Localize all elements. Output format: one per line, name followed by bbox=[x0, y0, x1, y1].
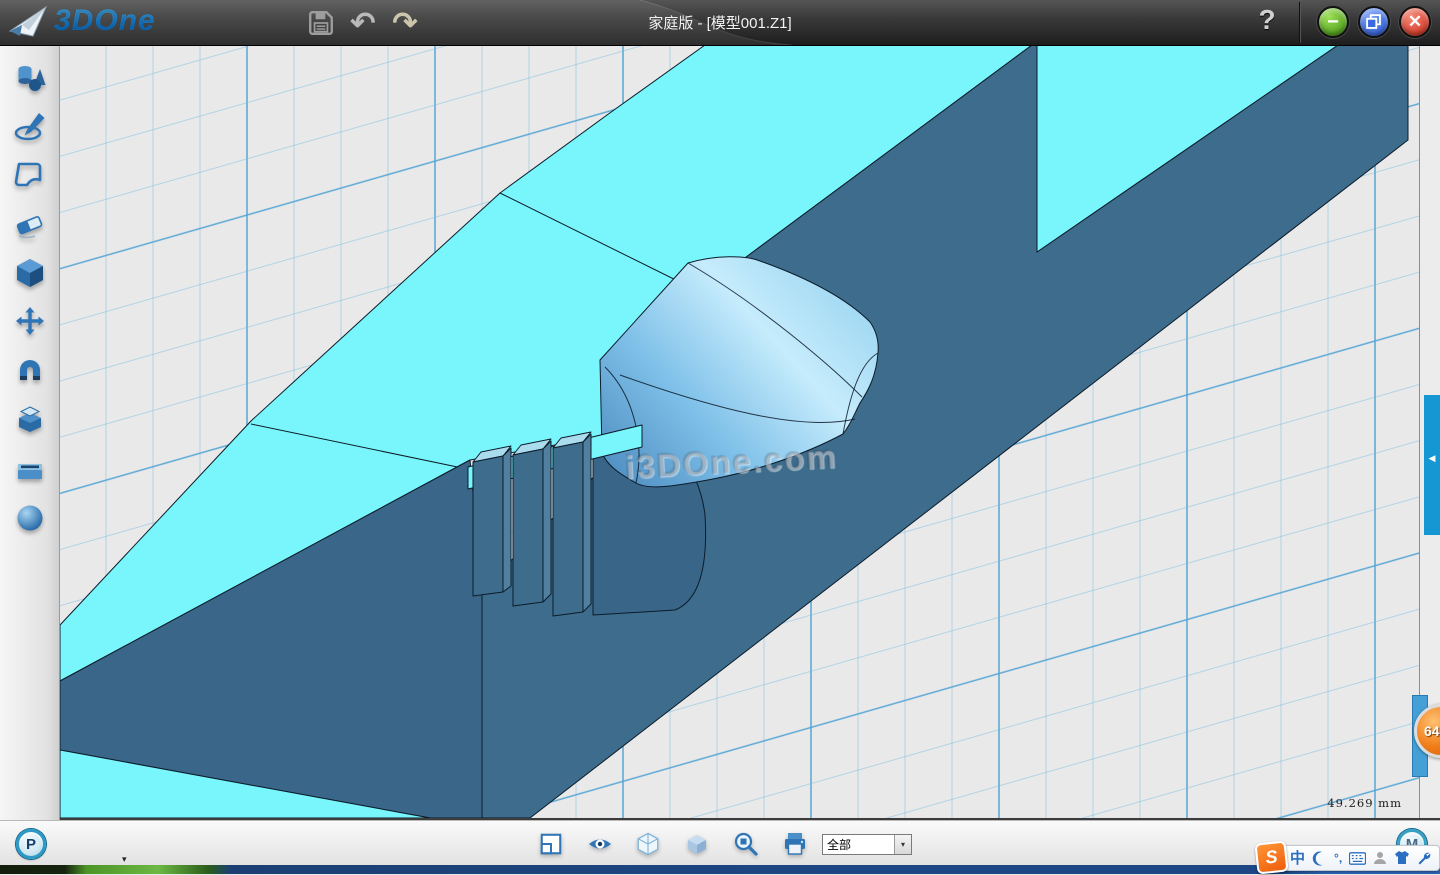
shaded-cube-icon bbox=[684, 831, 710, 857]
zoom-search-icon bbox=[733, 831, 759, 857]
ime-logo[interactable]: S bbox=[1254, 840, 1288, 874]
eraser-icon bbox=[14, 208, 46, 240]
minimize-icon: − bbox=[1327, 12, 1339, 32]
collapse-arrow-icon: ◀ bbox=[1429, 453, 1436, 535]
panel-collapse-tab[interactable]: ◀ bbox=[1424, 395, 1440, 535]
tool-sketch-draw[interactable] bbox=[13, 110, 47, 142]
plane-nav-label: P bbox=[26, 836, 36, 853]
print-button[interactable] bbox=[782, 831, 808, 857]
badge-count: 64 bbox=[1424, 723, 1440, 739]
extrude-cube-icon bbox=[14, 257, 46, 289]
tool-primitive-shapes[interactable] bbox=[13, 61, 47, 93]
view-filter-dropdown[interactable]: 全部 ▾ bbox=[822, 834, 912, 855]
filter-selected-value: 全部 bbox=[823, 836, 894, 853]
primitive-shapes-icon bbox=[14, 61, 46, 93]
tool-sketch-plane[interactable] bbox=[13, 159, 47, 191]
ime-bar: 中 °, bbox=[1269, 845, 1440, 871]
sphere-icon bbox=[14, 502, 46, 534]
layout-corner-button[interactable] bbox=[538, 831, 564, 857]
left-toolbar bbox=[0, 45, 60, 820]
skin-shirt-icon[interactable] bbox=[1394, 851, 1410, 865]
tool-eraser[interactable] bbox=[13, 208, 47, 240]
minimize-button[interactable]: − bbox=[1317, 6, 1349, 38]
zoom-button[interactable] bbox=[733, 831, 759, 857]
printer-icon bbox=[782, 831, 808, 857]
restore-icon bbox=[1363, 11, 1385, 33]
tool-magnet-snap[interactable] bbox=[13, 355, 47, 387]
sketch-draw-icon bbox=[14, 110, 46, 142]
user-icon[interactable] bbox=[1373, 851, 1387, 865]
tool-extrude-cube[interactable] bbox=[13, 257, 47, 289]
moon-icon[interactable] bbox=[1312, 851, 1327, 866]
move-arrows-icon bbox=[14, 306, 46, 338]
restore-button[interactable] bbox=[1358, 6, 1390, 38]
plane-nav-button[interactable]: P bbox=[16, 829, 46, 859]
window-title: 家庭版 - [模型001.Z1] bbox=[0, 12, 1440, 33]
ime-toolbar: S 中 °, bbox=[1256, 845, 1440, 871]
title-bar: 3DOne ↶ ↷ 家庭版 - [模型001.Z1] ? − ✕ bbox=[0, 0, 1440, 46]
tool-move-transform[interactable] bbox=[13, 306, 47, 338]
bottom-toolbar: P ▾ bbox=[0, 820, 1440, 866]
titlebar-separator bbox=[1300, 2, 1301, 43]
plane-menu-arrow[interactable]: ▾ bbox=[122, 854, 127, 865]
magnet-icon bbox=[14, 355, 46, 387]
ime-logo-letter: S bbox=[1264, 846, 1278, 868]
boolean-combine-icon bbox=[14, 404, 46, 436]
close-button[interactable]: ✕ bbox=[1399, 6, 1431, 38]
tool-boolean-combine[interactable] bbox=[13, 404, 47, 436]
tool-sphere[interactable] bbox=[13, 502, 47, 534]
dropdown-arrow-icon: ▾ bbox=[894, 835, 911, 854]
sketch-plane-icon bbox=[14, 159, 46, 191]
wireframe-view-button[interactable] bbox=[635, 831, 661, 857]
wireframe-cube-icon bbox=[635, 831, 661, 857]
close-icon: ✕ bbox=[1408, 12, 1422, 32]
eye-icon bbox=[587, 831, 613, 857]
ime-lang-toggle[interactable]: 中 bbox=[1290, 851, 1305, 866]
wrench-icon[interactable] bbox=[1417, 851, 1431, 865]
punctuation-toggle[interactable]: °, bbox=[1334, 852, 1342, 864]
viewport-canvas[interactable]: i3DOne.com 49.269 mm bbox=[60, 45, 1419, 818]
section-tray-icon bbox=[14, 453, 46, 485]
visibility-button[interactable] bbox=[587, 831, 613, 857]
model-scene bbox=[60, 45, 1419, 818]
os-taskbar[interactable] bbox=[0, 865, 1440, 874]
help-button[interactable]: ? bbox=[1252, 4, 1282, 36]
layout-corner-icon bbox=[539, 832, 563, 856]
tool-section-tray[interactable] bbox=[13, 453, 47, 485]
shaded-view-button[interactable] bbox=[684, 831, 710, 857]
keyboard-icon[interactable] bbox=[1349, 852, 1366, 865]
screen: { "titlebar": { "app_name": "3DOne", "ti… bbox=[0, 0, 1440, 874]
